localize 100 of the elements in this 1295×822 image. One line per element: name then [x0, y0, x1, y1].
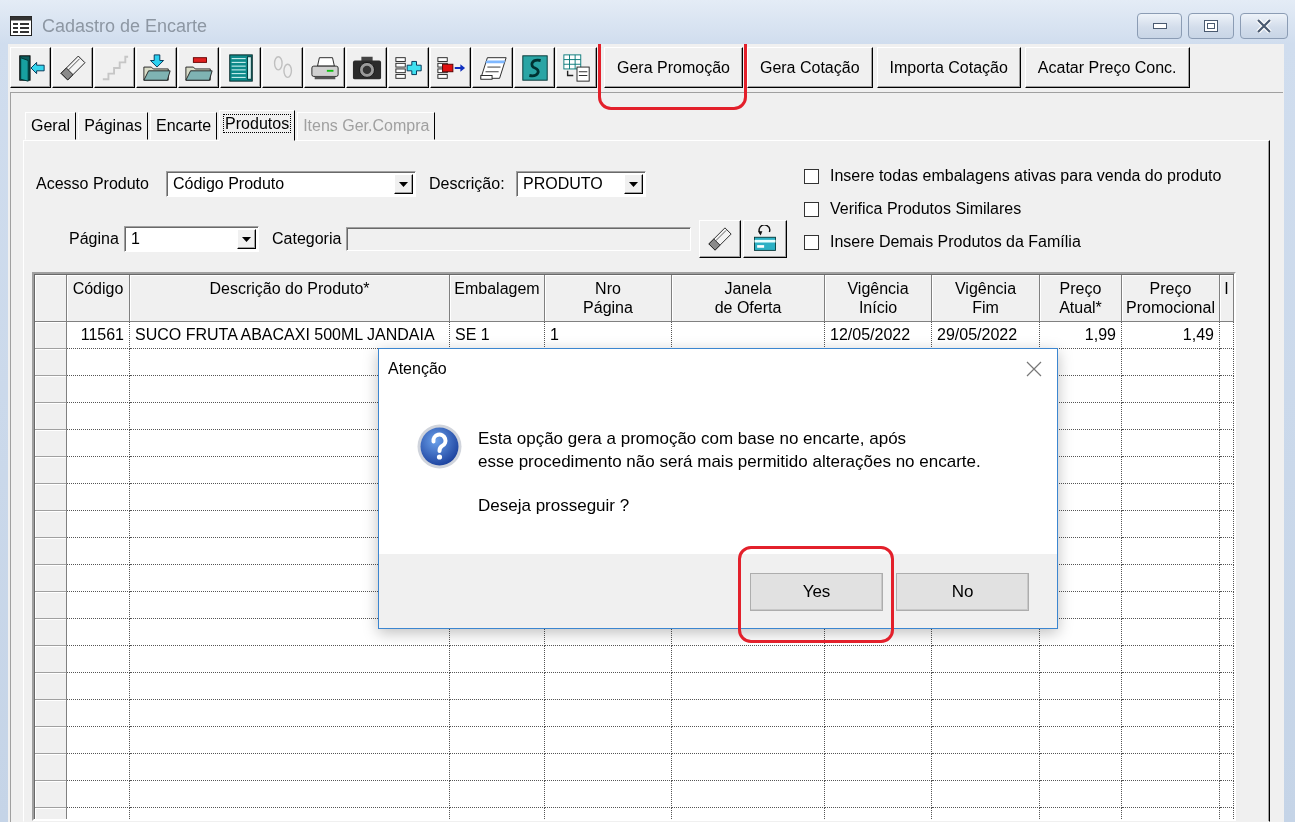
column-header[interactable]: Código	[67, 275, 130, 322]
toolbar-button[interactable]	[52, 47, 93, 88]
table-cell	[67, 781, 130, 808]
dialog-title: Atenção	[388, 359, 447, 378]
row-header[interactable]	[35, 673, 67, 700]
table-cell	[1220, 619, 1234, 646]
row-header[interactable]	[35, 484, 67, 511]
tab[interactable]: Páginas	[78, 112, 148, 140]
tool-button[interactable]	[743, 220, 787, 258]
row-header[interactable]	[35, 457, 67, 484]
tab[interactable]: Geral	[25, 112, 77, 140]
toolbar-button[interactable]	[178, 47, 219, 88]
dialog-question: Deseja prosseguir ?	[478, 495, 631, 517]
caret-down-icon	[399, 181, 408, 187]
question-icon	[416, 423, 463, 470]
table-cell	[1220, 430, 1234, 457]
table-cell	[1220, 349, 1234, 376]
form-icon	[10, 16, 32, 36]
maximize-icon	[1204, 20, 1218, 32]
field-label: Descrição:	[429, 175, 506, 193]
checkbox-label: Insere todas embalagens ativas para venda do produto	[830, 167, 1222, 185]
column-header[interactable]: Descrição do Produto*	[130, 275, 450, 322]
row-header[interactable]	[35, 592, 67, 619]
column-header[interactable]: Nro Página	[545, 275, 672, 322]
dialog-button[interactable]: No	[896, 573, 1029, 611]
row-header[interactable]	[35, 646, 67, 673]
column-header[interactable]: Preço Atual*	[1040, 275, 1122, 322]
tool-button[interactable]	[699, 220, 741, 258]
toolbar-button[interactable]	[556, 47, 597, 88]
table-cell	[1220, 565, 1234, 592]
table-cell	[1220, 457, 1234, 484]
toolbar-button[interactable]	[472, 47, 513, 88]
toolbar-button[interactable]	[10, 47, 51, 88]
column-header[interactable]: I	[1220, 275, 1234, 322]
checkbox[interactable]	[804, 234, 819, 250]
dropdown-button[interactable]	[394, 174, 413, 194]
dropdown-field[interactable]: 1	[124, 226, 259, 252]
table-cell	[1220, 673, 1234, 700]
row-header[interactable]	[35, 349, 67, 376]
dropdown-field[interactable]: Código Produto	[166, 171, 416, 197]
column-header[interactable]: Embalagem	[450, 275, 545, 322]
table-cell	[67, 673, 130, 700]
toolbar-button[interactable]	[430, 47, 471, 88]
dropdown-button[interactable]	[237, 229, 256, 249]
dropdown-button[interactable]	[624, 174, 643, 194]
toolbar-button[interactable]: Importa Cotação	[876, 47, 1021, 88]
dialog-message: Esta opção gera a promoção com base no encarte, após esse procedimento não será mais permitido alterações no encarte.	[478, 428, 981, 473]
tab[interactable]: Produtos	[219, 110, 296, 141]
table-cell	[1220, 646, 1234, 673]
table-cell	[67, 619, 130, 646]
row-header[interactable]	[35, 430, 67, 457]
toolbar-button[interactable]: Gera Promoção	[604, 47, 743, 88]
row-header[interactable]	[35, 511, 67, 538]
row-header[interactable]	[35, 727, 67, 754]
card-undo-icon	[751, 225, 779, 253]
caret-down-icon	[629, 181, 638, 187]
column-header[interactable]: Preço Promocional	[1122, 275, 1220, 322]
checkbox-label: Verifica Produtos Similares	[830, 200, 1022, 218]
folder-down-arrow-icon	[141, 52, 172, 83]
table-cell	[67, 700, 130, 727]
row-header[interactable]	[35, 322, 67, 349]
row-header[interactable]	[35, 781, 67, 808]
toolbar-button[interactable]: Acatar Preço Conc.	[1024, 47, 1190, 88]
window-title: Cadastro de Encarte	[42, 15, 208, 37]
table-export-icon	[561, 52, 592, 83]
row-header[interactable]	[35, 754, 67, 781]
toolbar-button[interactable]: Gera Cotação	[746, 47, 873, 88]
minimize-button[interactable]	[1137, 13, 1182, 39]
toolbar-button[interactable]	[514, 47, 555, 88]
grid-corner	[35, 275, 67, 322]
column-header[interactable]: Vigência Início	[825, 275, 932, 322]
table-cell	[67, 727, 130, 754]
dialog-button[interactable]: Yes	[750, 573, 883, 611]
table-cell	[1220, 403, 1234, 430]
toolbar-button[interactable]	[388, 47, 429, 88]
checkbox[interactable]	[804, 201, 819, 217]
table-cell: 1,49	[1122, 322, 1220, 349]
toolbar-button[interactable]	[346, 47, 387, 88]
toolbar-button[interactable]	[220, 47, 261, 88]
close-button[interactable]	[1240, 13, 1288, 39]
row-header[interactable]	[35, 565, 67, 592]
toolbar-button[interactable]	[136, 47, 177, 88]
table-cell: 11561	[67, 322, 130, 349]
column-header[interactable]: Janela de Oferta	[672, 275, 825, 322]
close-icon[interactable]	[1026, 360, 1042, 377]
row-header[interactable]	[35, 700, 67, 727]
column-header[interactable]: Vigência Fim	[932, 275, 1040, 322]
field-label: Acesso Produto	[36, 175, 150, 193]
toolbar-button[interactable]	[304, 47, 345, 88]
dropdown-field[interactable]: PRODUTO	[516, 171, 646, 197]
row-header[interactable]	[35, 376, 67, 403]
maximize-button[interactable]	[1188, 13, 1234, 39]
field-label: Categoria	[272, 230, 343, 248]
checkbox[interactable]	[804, 168, 819, 184]
table-cell	[1220, 511, 1234, 538]
row-header[interactable]	[35, 619, 67, 646]
table-cell	[1220, 322, 1234, 349]
row-header[interactable]	[35, 538, 67, 565]
row-header[interactable]	[35, 403, 67, 430]
tab[interactable]: Encarte	[149, 112, 218, 140]
